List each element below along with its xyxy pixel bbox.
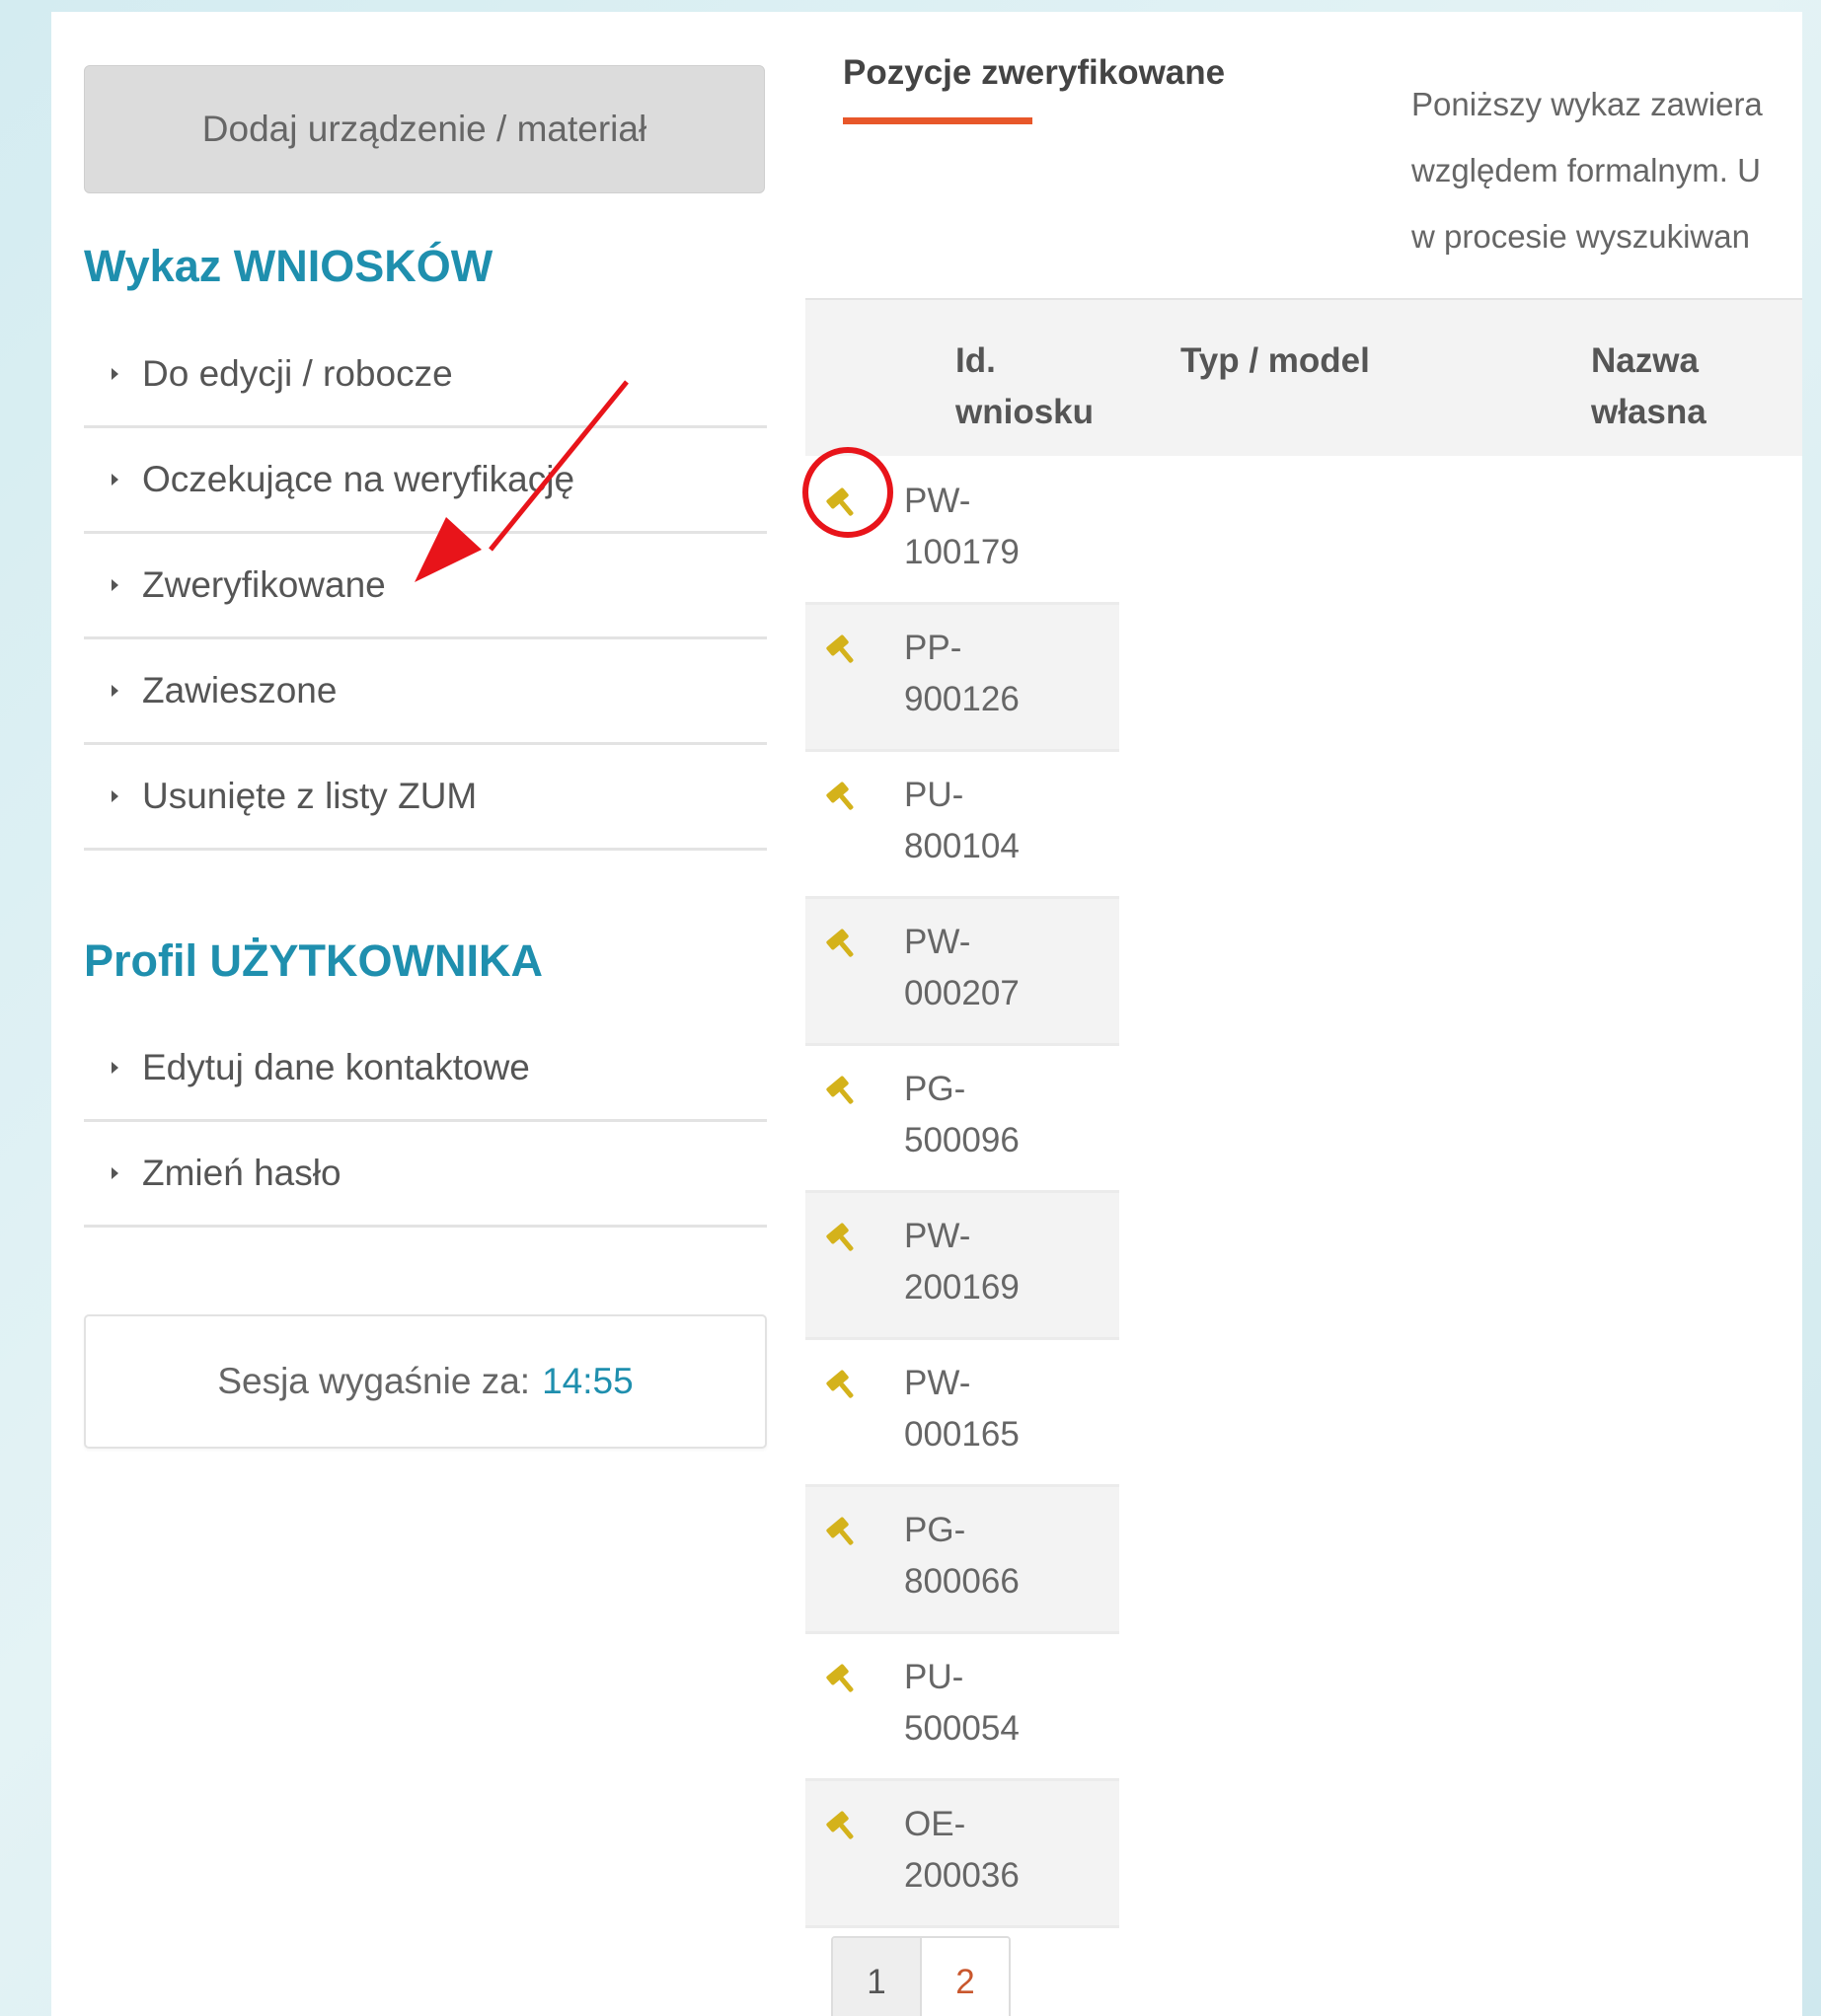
session-timer: Sesja wygaśnie za: 14:55 (84, 1314, 767, 1449)
column-header-line: Typ / model (1180, 341, 1370, 380)
session-label: Sesja wygaśnie za: (217, 1361, 531, 1401)
gavel-icon[interactable] (822, 1215, 866, 1258)
gavel-icon[interactable] (822, 1509, 866, 1552)
application-id-number: 800066 (904, 1562, 1020, 1601)
application-id-prefix: PW- (904, 1217, 971, 1255)
tab-verified-items[interactable]: Pozycje zweryfikowane (843, 53, 1225, 93)
application-id[interactable]: PG- 500096 (904, 1064, 1020, 1166)
column-header-type-model[interactable]: Typ / model (1180, 336, 1370, 387)
application-id[interactable]: PW- 100179 (904, 476, 1020, 578)
sidebar-item-label: Do edycji / robocze (142, 353, 453, 394)
sidebar-item-change-password[interactable]: Zmień hasło (84, 1122, 767, 1228)
page-2-button[interactable]: 2 (922, 1938, 1009, 2016)
column-header-line: Id. (955, 341, 996, 380)
application-id-prefix: PW- (904, 923, 971, 961)
sidebar-item-edit-contact[interactable]: Edytuj dane kontaktowe (84, 1016, 767, 1122)
application-id-prefix: OE- (904, 1805, 966, 1843)
application-id[interactable]: PU- 800104 (904, 770, 1020, 872)
page-panel: Dodaj urządzenie / materiał Wykaz WNIOSK… (51, 12, 1802, 2016)
table-row: PW- 000165 (805, 1340, 1119, 1487)
application-id[interactable]: PG- 800066 (904, 1505, 1020, 1607)
gavel-icon[interactable] (822, 1068, 866, 1111)
gavel-icon[interactable] (822, 1656, 866, 1699)
profile-menu: Edytuj dane kontaktowe Zmień hasło (84, 1016, 767, 1228)
gavel-icon[interactable] (822, 1803, 866, 1846)
application-id-prefix: PG- (904, 1070, 966, 1108)
application-id-prefix: PP- (904, 629, 962, 667)
sidebar-item-pending-verification[interactable]: Oczekujące na weryfikację (84, 428, 767, 534)
sidebar-item-label: Edytuj dane kontaktowe (142, 1047, 530, 1087)
column-header-own-name[interactable]: Nazwa własna (1591, 336, 1802, 438)
sidebar-item-label: Usunięte z listy ZUM (142, 776, 478, 816)
application-id[interactable]: PU- 500054 (904, 1652, 1020, 1755)
sidebar-item-label: Oczekujące na weryfikację (142, 459, 575, 499)
table-row: PU- 800104 (805, 752, 1119, 899)
application-id-number: 500096 (904, 1121, 1020, 1159)
table-row: PW- 100179 (805, 458, 1119, 605)
application-id-number: 200036 (904, 1856, 1020, 1895)
table-row: PG- 800066 (805, 1487, 1119, 1634)
application-id-prefix: PG- (904, 1511, 966, 1549)
table-row: PW- 000207 (805, 899, 1119, 1046)
bullet-icon (112, 474, 118, 485)
description-line: w procesie wyszukiwan (1411, 218, 1750, 255)
sidebar-item-verified[interactable]: Zweryfikowane (84, 534, 767, 639)
application-id-number: 200169 (904, 1268, 1020, 1307)
application-id-number: 900126 (904, 680, 1020, 718)
application-id-prefix: PW- (904, 1364, 971, 1402)
gavel-icon[interactable] (822, 1362, 866, 1405)
table-row: PW- 200169 (805, 1193, 1119, 1340)
bullet-icon (112, 368, 118, 380)
application-id-number: 000207 (904, 974, 1020, 1012)
application-id[interactable]: PP- 900126 (904, 623, 1020, 725)
application-id-number: 800104 (904, 827, 1020, 865)
application-id[interactable]: PW- 200169 (904, 1211, 1020, 1313)
application-id-prefix: PW- (904, 482, 971, 520)
table-row: PU- 500054 (805, 1634, 1119, 1781)
applications-menu: Do edycji / robocze Oczekujące na weryfi… (84, 323, 767, 851)
bullet-icon (112, 790, 118, 802)
bullet-icon (112, 1062, 118, 1074)
table-header: Id. wniosku Typ / model Nazwa własna (805, 298, 1802, 456)
description-line: względem formalnym. U (1411, 152, 1761, 188)
applications-heading: Wykaz WNIOSKÓW (84, 241, 493, 291)
column-header-id[interactable]: Id. wniosku (955, 336, 1094, 438)
page-1-button[interactable]: 1 (833, 1938, 922, 2016)
application-id[interactable]: OE- 200036 (904, 1799, 1020, 1902)
column-header-line: Nazwa własna (1591, 341, 1707, 431)
bullet-icon (112, 579, 118, 591)
application-id[interactable]: PW- 000207 (904, 917, 1020, 1019)
column-header-line: wniosku (955, 393, 1095, 431)
application-id-number: 100179 (904, 533, 1020, 571)
application-id-prefix: PU- (904, 1658, 964, 1696)
bullet-icon (112, 1167, 118, 1179)
table-row: PG- 500096 (805, 1046, 1119, 1193)
bullet-icon (112, 685, 118, 697)
sidebar-item-label: Zweryfikowane (142, 564, 386, 605)
sidebar-item-suspended[interactable]: Zawieszone (84, 639, 767, 745)
tab-active-indicator (843, 117, 1032, 124)
application-id-prefix: PU- (904, 776, 964, 814)
table-row: PP- 900126 (805, 605, 1119, 752)
application-id-number: 500054 (904, 1709, 1020, 1748)
gavel-icon[interactable] (822, 921, 866, 964)
application-id[interactable]: PW- 000165 (904, 1358, 1020, 1460)
gavel-icon[interactable] (822, 774, 866, 817)
pagination: 1 2 (831, 1936, 1011, 2016)
description-line: Poniższy wykaz zawiera (1411, 86, 1763, 122)
table-body: PW- 100179 PP- 900126 PU- 800104 PW- 000207 PG- 5… (805, 458, 1119, 1928)
sidebar-item-drafts[interactable]: Do edycji / robocze (84, 323, 767, 428)
session-time: 14:55 (542, 1361, 634, 1401)
profile-heading: Profil UŻYTKOWNIKA (84, 935, 543, 986)
table-row: OE- 200036 (805, 1781, 1119, 1928)
sidebar-item-removed[interactable]: Usunięte z listy ZUM (84, 745, 767, 851)
gavel-icon[interactable] (822, 480, 866, 523)
application-id-number: 000165 (904, 1415, 1020, 1454)
sidebar-item-label: Zmień hasło (142, 1153, 341, 1193)
sidebar-item-label: Zawieszone (142, 670, 338, 710)
add-device-button[interactable]: Dodaj urządzenie / materiał (84, 65, 765, 193)
description-text: Poniższy wykaz zawiera względem formalny… (1411, 71, 1802, 269)
gavel-icon[interactable] (822, 627, 866, 670)
